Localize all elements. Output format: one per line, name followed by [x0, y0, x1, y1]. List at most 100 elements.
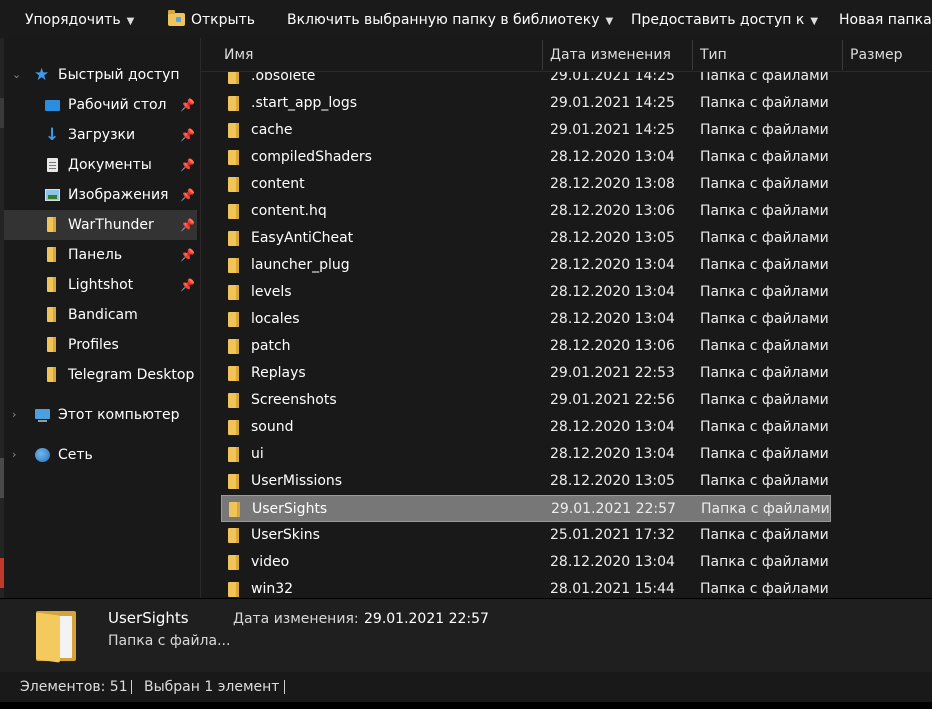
column-divider[interactable] — [542, 40, 543, 70]
pin-icon[interactable]: 📌 — [180, 210, 195, 240]
chevron-down-icon: ▼ — [126, 16, 135, 27]
folder-icon — [228, 366, 239, 381]
file-row[interactable]: cache 29.01.2021 14:25 Папка с файлами — [221, 117, 831, 144]
column-header-name[interactable]: Имя — [224, 38, 253, 71]
nav-quick-access[interactable]: ⌄ ★ Быстрый доступ — [4, 60, 197, 90]
file-name: UserSkins — [251, 527, 320, 543]
file-row[interactable]: UserMissions 28.12.2020 13:05 Папка с файл… — [221, 468, 831, 495]
pin-icon[interactable]: 📌 — [180, 240, 195, 270]
folder-icon — [228, 582, 239, 597]
folder-icon — [229, 502, 240, 517]
file-row[interactable]: content 28.12.2020 13:08 Папка с файлами — [221, 171, 831, 198]
nav-desktop[interactable]: Рабочий стол 📌 — [4, 90, 197, 120]
computer-icon — [35, 409, 50, 422]
file-row[interactable]: win32 28.01.2021 15:44 Папка с файлами — [221, 576, 831, 598]
file-row[interactable]: patch 28.12.2020 13:06 Папка с файлами — [221, 333, 831, 360]
file-row[interactable]: .obsolete 29.01.2021 14:25 Папка с файлами — [221, 72, 831, 90]
chevron-right-icon[interactable]: › — [12, 440, 16, 470]
folder-icon — [228, 231, 239, 246]
file-date: 28.12.2020 13:04 — [550, 284, 675, 300]
selection-count: Выбран 1 элемент — [144, 679, 280, 695]
nav-telegram-desktop[interactable]: Telegram Desktop — [4, 360, 197, 390]
chevron-right-icon[interactable]: › — [12, 400, 16, 430]
file-name: content — [251, 176, 305, 192]
nav-label: Панель — [68, 247, 123, 263]
file-row[interactable]: UserSights 29.01.2021 22:57 Папка с файлам… — [221, 495, 831, 522]
file-type: Папка с файлами — [700, 257, 829, 273]
nav-documents[interactable]: Документы 📌 — [4, 150, 197, 180]
folder-icon — [228, 474, 239, 489]
include-in-library-menu[interactable]: Включить выбранную папку в библиотеку ▼ — [287, 10, 613, 30]
pin-icon[interactable]: 📌 — [180, 180, 195, 210]
file-name: sound — [251, 419, 294, 435]
pin-icon[interactable]: 📌 — [180, 150, 195, 180]
file-date: 29.01.2021 22:53 — [550, 365, 675, 381]
file-row[interactable]: video 28.12.2020 13:04 Папка с файлами — [221, 549, 831, 576]
file-date: 28.12.2020 13:04 — [550, 446, 675, 462]
folder-icon — [228, 285, 239, 300]
file-type: Папка с файлами — [700, 554, 829, 570]
folder-icon — [228, 420, 239, 435]
file-name: content.hq — [251, 203, 327, 219]
folder-icon — [47, 277, 56, 292]
pin-icon[interactable]: 📌 — [180, 270, 195, 300]
nav-pictures[interactable]: Изображения 📌 — [4, 180, 197, 210]
file-name: UserSights — [252, 501, 328, 517]
nav-label: Profiles — [68, 337, 119, 353]
file-row[interactable]: locales 28.12.2020 13:04 Папка с файлами — [221, 306, 831, 333]
folder-icon — [228, 204, 239, 219]
nav-network[interactable]: › Сеть — [4, 440, 197, 470]
file-row[interactable]: levels 28.12.2020 13:04 Папка с файлами — [221, 279, 831, 306]
column-header-type[interactable]: Тип — [700, 38, 727, 71]
new-folder-button[interactable]: Новая папка — [839, 10, 932, 30]
file-row[interactable]: Replays 29.01.2021 22:53 Папка с файлами — [221, 360, 831, 387]
folder-large-icon — [36, 611, 76, 663]
nav-warthunder[interactable]: WarThunder 📌 — [4, 210, 197, 240]
desktop-icon — [45, 100, 60, 111]
folder-icon — [228, 555, 239, 570]
nav-lightshot[interactable]: Lightshot 📌 — [4, 270, 197, 300]
file-row[interactable]: sound 28.12.2020 13:04 Папка с файлами — [221, 414, 831, 441]
nav-profiles[interactable]: Profiles — [4, 330, 197, 360]
column-header-size[interactable]: Размер — [850, 38, 903, 71]
file-name: .obsolete — [251, 72, 316, 84]
folder-icon — [228, 96, 239, 111]
chevron-down-icon: ▼ — [810, 16, 819, 27]
share-menu[interactable]: Предоставить доступ к ▼ — [631, 10, 818, 30]
file-type: Папка с файлами — [700, 338, 829, 354]
open-button[interactable]: Открыть — [168, 10, 255, 30]
file-name: EasyAntiCheat — [251, 230, 354, 246]
folder-icon — [47, 307, 56, 322]
column-divider[interactable] — [692, 40, 693, 70]
column-header-date[interactable]: Дата изменения — [550, 38, 671, 71]
file-row[interactable]: ui 28.12.2020 13:04 Папка с файлами — [221, 441, 831, 468]
file-row[interactable]: UserSkins 25.01.2021 17:32 Папка с файлами — [221, 522, 831, 549]
file-name: cache — [251, 122, 293, 138]
file-row[interactable]: compiledShaders 28.12.2020 13:04 Папка с ф… — [221, 144, 831, 171]
column-divider[interactable] — [842, 40, 843, 70]
file-list: ^ Имя Дата изменения Тип Размер .obsolet… — [201, 38, 932, 598]
file-row[interactable]: launcher_plug 28.12.2020 13:04 Папка с фай… — [221, 252, 831, 279]
file-type: Папка с файлами — [700, 473, 829, 489]
folder-icon — [228, 393, 239, 408]
file-row[interactable]: .start_app_logs 29.01.2021 14:25 Папка с ф… — [221, 90, 831, 117]
nav-panel[interactable]: Панель 📌 — [4, 240, 197, 270]
file-name: win32 — [251, 581, 294, 597]
pin-icon[interactable]: 📌 — [180, 90, 195, 120]
nav-this-pc[interactable]: › Этот компьютер — [4, 400, 197, 430]
folder-icon — [228, 150, 239, 165]
file-row[interactable]: EasyAntiCheat 28.12.2020 13:05 Папка с фай… — [221, 225, 831, 252]
chevron-down-icon[interactable]: ⌄ — [12, 60, 21, 90]
nav-label: Bandicam — [68, 307, 138, 323]
file-date: 29.01.2021 22:56 — [550, 392, 675, 408]
folder-icon — [228, 72, 239, 84]
file-type: Папка с файлами — [700, 203, 829, 219]
nav-downloads[interactable]: ↓ Загрузки 📌 — [4, 120, 197, 150]
pin-icon[interactable]: 📌 — [180, 120, 195, 150]
nav-bandicam[interactable]: Bandicam — [4, 300, 197, 330]
picture-icon — [45, 189, 60, 201]
file-row[interactable]: content.hq 28.12.2020 13:06 Папка с файлам… — [221, 198, 831, 225]
organize-menu[interactable]: Упорядочить ▼ — [25, 10, 134, 30]
file-name: ui — [251, 446, 264, 462]
file-row[interactable]: Screenshots 29.01.2021 22:56 Папка с файла… — [221, 387, 831, 414]
